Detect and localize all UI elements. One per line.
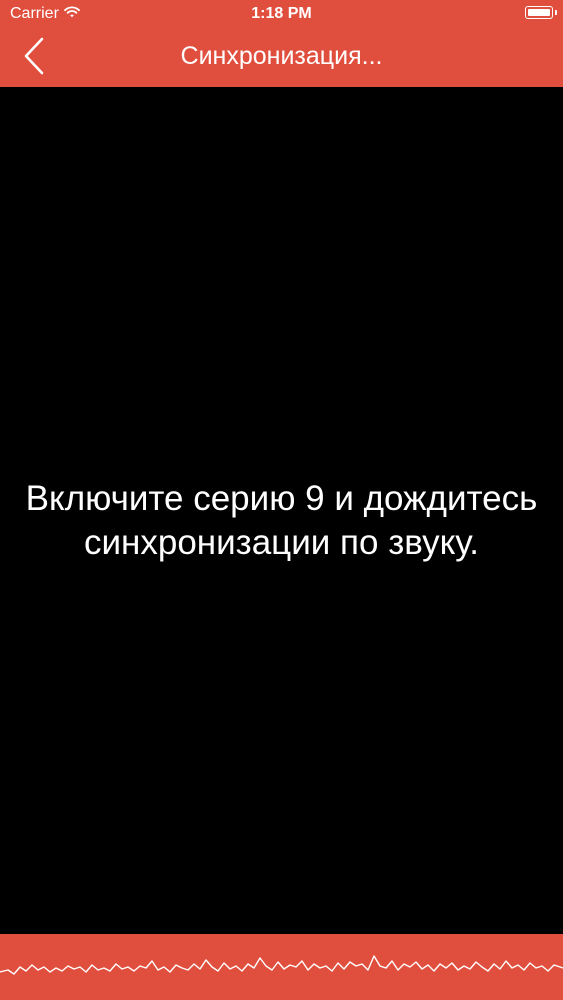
navigation-bar: Синхронизация... <box>0 30 563 87</box>
sync-screen: Carrier 1:18 PM Синхронизация... Включит… <box>0 0 563 1000</box>
audio-bar <box>0 934 563 1000</box>
status-time: 1:18 PM <box>251 5 312 22</box>
top-bar: Carrier 1:18 PM Синхронизация... <box>0 0 563 87</box>
page-title: Синхронизация... <box>180 42 383 70</box>
sync-instruction-text: Включите серию 9 и дождитесь синхронизац… <box>25 479 538 562</box>
audio-waveform-icon <box>0 955 563 975</box>
battery-icon <box>525 6 557 19</box>
status-bar: Carrier 1:18 PM <box>0 0 563 30</box>
